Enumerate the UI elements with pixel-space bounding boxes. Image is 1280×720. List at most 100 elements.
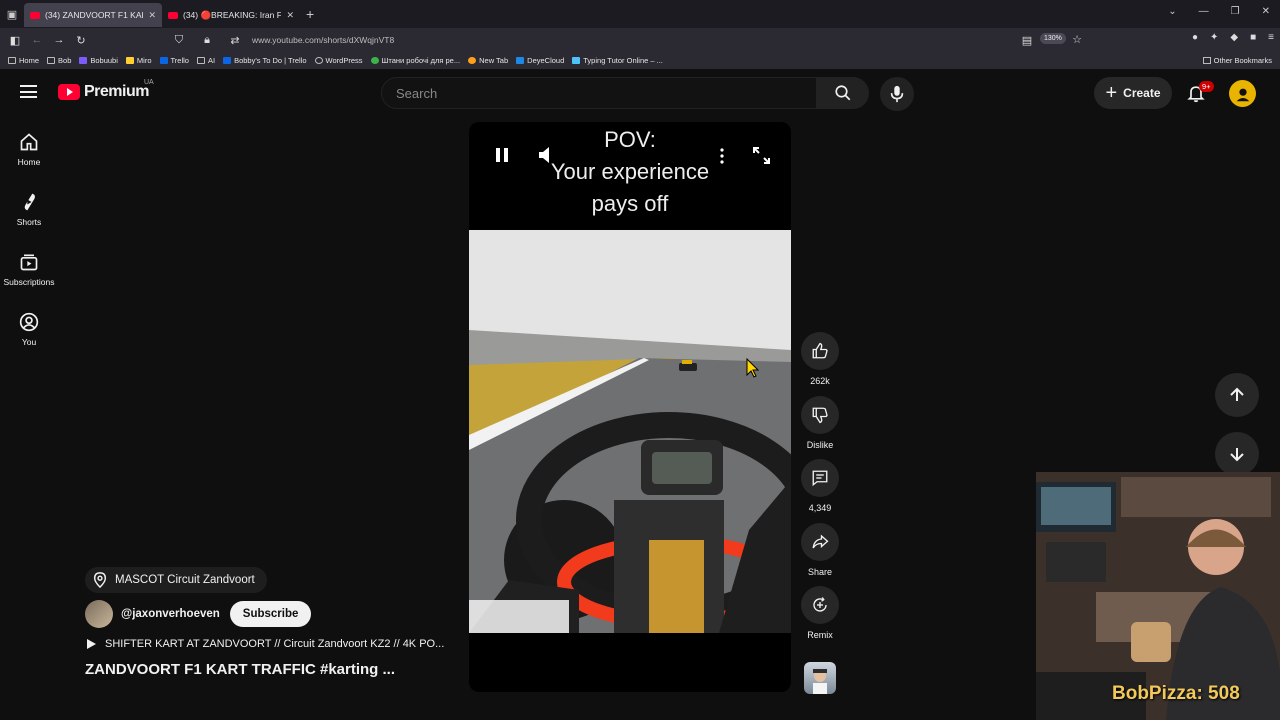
youtube-favicon-icon — [30, 11, 40, 19]
like-button[interactable]: 262k — [801, 332, 839, 386]
dislike-label: Dislike — [806, 440, 834, 450]
voice-search-button[interactable] — [880, 77, 914, 111]
next-short-button[interactable] — [1215, 432, 1259, 476]
bookmark-item[interactable]: DeyeCloud — [516, 56, 564, 65]
youtube-play-icon — [58, 84, 80, 100]
linked-video[interactable]: SHIFTER KART AT ZANDVOORT // Circuit Zan… — [85, 638, 444, 650]
channel-handle[interactable]: @jaxonverhoeven — [121, 608, 220, 620]
url-text[interactable]: www.youtube.com/shorts/dXWqjnVT8 — [252, 35, 394, 45]
remix-label: Remix — [807, 630, 833, 640]
remix-icon — [813, 597, 827, 612]
extension-icon[interactable]: ■ — [1250, 32, 1256, 43]
globe-icon — [314, 57, 323, 64]
sidebar-item-you[interactable]: You — [0, 312, 58, 347]
close-window-icon[interactable]: ✕ — [1262, 6, 1270, 17]
more-options-button[interactable] — [720, 148, 724, 169]
minimize-icon[interactable]: — — [1199, 6, 1209, 17]
shorts-video-player[interactable]: POV: Your experience pays off — [469, 122, 791, 692]
tab-active[interactable]: (34) ZANDVOORT F1 KART ✕ — [24, 3, 162, 27]
channel-thumbnail-image — [813, 669, 827, 694]
bookmark-star-icon[interactable]: ☆ — [1066, 33, 1088, 46]
microphone-icon — [890, 85, 904, 103]
like-count: 262k — [810, 376, 830, 386]
reload-icon[interactable]: ↻ — [70, 34, 92, 47]
arrow-up-icon — [1230, 387, 1244, 401]
browser-tabstrip: ▣ (34) ZANDVOORT F1 KART ✕ (34) 🔴BREAKIN… — [0, 0, 1280, 28]
bookmark-item[interactable]: Штани робочі для ре... — [370, 56, 460, 65]
remix-button[interactable]: Remix — [801, 586, 839, 640]
mouse-cursor-icon — [746, 358, 760, 378]
search-button[interactable] — [817, 77, 869, 109]
tab-overflow-icon[interactable]: ⌄ — [1168, 6, 1176, 17]
new-tab-icon[interactable]: + — [306, 6, 314, 22]
sidebar-item-subscriptions[interactable]: Subscriptions — [0, 252, 58, 287]
mute-button[interactable] — [538, 146, 554, 169]
create-button[interactable]: + Create — [1094, 77, 1172, 109]
channel-avatar[interactable] — [85, 600, 113, 628]
pause-button[interactable] — [495, 147, 509, 168]
location-pin-icon — [93, 572, 107, 588]
favicon-icon — [79, 57, 88, 64]
location-label: MASCOT Circuit Zandvoort — [115, 574, 255, 586]
bookmark-item[interactable]: Home — [8, 56, 39, 65]
trello-icon — [159, 57, 168, 64]
pause-icon — [496, 148, 508, 162]
extension-icon[interactable]: ● — [1192, 32, 1198, 43]
comments-button[interactable]: 4,349 — [801, 459, 839, 513]
bookmark-item[interactable]: Bobuubi — [79, 56, 118, 65]
bookmark-item[interactable]: Typing Tutor Online – ... — [572, 56, 663, 65]
bookmark-item[interactable]: Miro — [125, 56, 152, 65]
extensions-area: ● ✦ ◆ ■ ≡ — [1192, 32, 1274, 43]
lock-icon[interactable]: 🔒︎ — [196, 34, 218, 47]
maximize-icon[interactable]: ❐ — [1231, 6, 1240, 17]
account-avatar[interactable] — [1229, 80, 1256, 107]
bookmarks-bar: Home Bob Bobuubi Miro Trello AI Bobby's … — [0, 52, 1280, 70]
extensions-puzzle-icon[interactable]: ✦ — [1210, 32, 1218, 43]
reader-view-icon[interactable]: ▤ — [1016, 34, 1038, 47]
subscribe-button[interactable]: Subscribe — [229, 601, 312, 627]
close-tab-icon[interactable]: ✕ — [148, 10, 156, 21]
previous-short-button[interactable] — [1215, 373, 1259, 417]
other-bookmarks[interactable]: Other Bookmarks — [1202, 56, 1272, 65]
zoom-level[interactable]: 130% — [1040, 33, 1066, 44]
plus-icon: + — [1105, 82, 1118, 104]
fullscreen-button[interactable] — [753, 147, 770, 169]
video-title[interactable]: ZANDVOORT F1 KART TRAFFIC #karting ... — [85, 661, 395, 678]
back-icon[interactable]: ← — [26, 34, 48, 46]
miro-icon — [125, 57, 134, 64]
sidebar-item-label: You — [21, 337, 37, 347]
location-chip[interactable]: MASCOT Circuit Zandvoort — [85, 567, 267, 593]
dislike-button[interactable]: Dislike — [801, 396, 839, 450]
bookmark-item[interactable]: New Tab — [468, 56, 508, 65]
sidebar-item-shorts[interactable]: Shorts — [0, 192, 58, 227]
profile-face-icon — [1236, 88, 1249, 101]
sidebar-item-label: Home — [17, 157, 41, 167]
menu-icon[interactable] — [20, 85, 37, 98]
shield-icon[interactable]: ⛉ — [168, 34, 190, 47]
share-button[interactable]: Share — [801, 523, 839, 577]
sidebar-item-home[interactable]: Home — [0, 132, 58, 167]
address-bar[interactable]: ⛉ 🔒︎ ⇄ www.youtube.com/shorts/dXWqjnVT8 — [168, 31, 1088, 49]
sidebar-toggle-icon[interactable]: ◧ — [4, 34, 26, 47]
search-input[interactable]: Search — [381, 77, 817, 109]
sound-thumbnail[interactable] — [804, 662, 836, 694]
bookmark-item[interactable]: AI — [196, 56, 215, 65]
bookmark-item[interactable]: WordPress — [314, 56, 363, 65]
bookmark-item[interactable]: Trello — [159, 56, 189, 65]
bookmark-item[interactable]: Bobby's To Do | Trello — [223, 56, 307, 65]
arrow-down-icon — [1230, 448, 1244, 462]
folder-icon — [8, 57, 16, 64]
bookmark-item[interactable]: Bob — [47, 56, 71, 65]
app-menu-icon[interactable]: ≡ — [1268, 32, 1274, 43]
new-tab-favicon-icon — [468, 57, 477, 64]
forward-icon[interactable]: → — [48, 34, 70, 46]
tab-title: (34) ZANDVOORT F1 KART — [45, 10, 144, 20]
share-icon — [812, 534, 829, 549]
tab-inactive[interactable]: (34) 🔴BREAKING: Iran Fire Mi ✕ — [162, 3, 300, 27]
tab-list-icon[interactable]: ▣ — [0, 0, 24, 28]
youtube-premium-logo[interactable]: Premium UA — [58, 79, 154, 101]
more-vertical-icon — [720, 148, 724, 164]
close-tab-icon[interactable]: ✕ — [286, 10, 294, 21]
permissions-icon[interactable]: ⇄ — [224, 34, 246, 47]
extension-icon[interactable]: ◆ — [1230, 32, 1238, 43]
